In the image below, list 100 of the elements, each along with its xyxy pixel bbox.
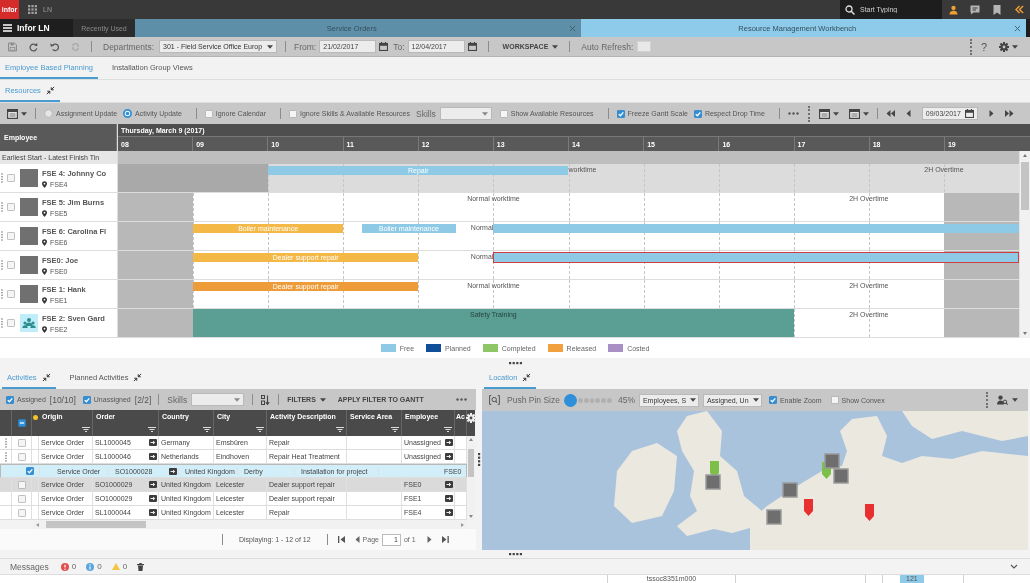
- calendar-menu-button[interactable]: [848, 108, 869, 119]
- checkbox[interactable]: [17, 480, 26, 489]
- drag-handle-icon[interactable]: [4, 437, 7, 448]
- drag-handle-icon[interactable]: [4, 451, 7, 462]
- first-page-icon[interactable]: [337, 536, 345, 543]
- checkbox[interactable]: [7, 261, 15, 269]
- scrollbar[interactable]: [1019, 151, 1030, 338]
- settings-icon[interactable]: [999, 41, 1009, 52]
- checkbox[interactable]: [768, 396, 777, 404]
- radio-button[interactable]: [123, 109, 133, 118]
- next-page-icon[interactable]: [426, 536, 432, 543]
- settings-menu-button[interactable]: [999, 41, 1018, 52]
- undo-icon[interactable]: [50, 41, 59, 52]
- checkbox[interactable]: [25, 467, 34, 475]
- calendar-icon[interactable]: [848, 108, 860, 119]
- zoom-fit-icon[interactable]: [489, 395, 500, 405]
- app-menu-button[interactable]: Infor LN: [0, 19, 73, 37]
- person-icon[interactable]: [948, 4, 958, 15]
- drag-handle-icon[interactable]: [1, 231, 3, 241]
- arrow-box-icon[interactable]: [169, 467, 177, 475]
- view-menu-button[interactable]: [7, 108, 27, 119]
- checkbox[interactable]: [830, 396, 839, 404]
- filter-icon[interactable]: [82, 427, 90, 433]
- photo-placeholder[interactable]: [782, 482, 798, 498]
- checkbox[interactable]: [693, 109, 702, 118]
- collapse-icon[interactable]: [522, 373, 532, 382]
- checkbox[interactable]: [7, 232, 15, 240]
- map-pin-icon[interactable]: [804, 499, 813, 516]
- arrow-box-icon[interactable]: [149, 453, 157, 460]
- filter-icon[interactable]: [444, 427, 452, 433]
- last-page-icon[interactable]: [441, 536, 449, 543]
- calendar-menu-button[interactable]: [818, 108, 839, 119]
- drag-handle-icon[interactable]: [1, 289, 3, 299]
- next-icon[interactable]: [988, 110, 994, 117]
- checkbox[interactable]: [7, 290, 15, 298]
- checkbox[interactable]: [82, 395, 91, 404]
- drag-handle-icon[interactable]: [1, 318, 3, 328]
- trash-icon[interactable]: [137, 562, 145, 571]
- chat-icon[interactable]: [970, 4, 980, 15]
- photo-placeholder[interactable]: [766, 509, 782, 525]
- checkbox[interactable]: [499, 109, 508, 118]
- arrow-box-icon[interactable]: [445, 495, 453, 502]
- drag-handle-icon[interactable]: [1, 173, 3, 183]
- last-icon[interactable]: [1004, 110, 1014, 117]
- sort-icon[interactable]: [261, 394, 271, 405]
- slider-track[interactable]: [563, 393, 612, 407]
- arrow-box-icon[interactable]: [149, 481, 157, 488]
- toggle-switch[interactable]: [637, 41, 652, 52]
- error-icon[interactable]: [60, 562, 69, 571]
- checkbox[interactable]: [17, 494, 26, 503]
- radio-button[interactable]: [44, 109, 53, 118]
- previous-icon[interactable]: [905, 110, 911, 117]
- activity-bar[interactable]: [493, 252, 1019, 263]
- arrow-box-icon[interactable]: [445, 439, 453, 446]
- collapse-icon[interactable]: [133, 373, 143, 382]
- arrow-box-icon[interactable]: [149, 509, 157, 516]
- checkbox[interactable]: [17, 419, 26, 427]
- calendar-icon[interactable]: [818, 108, 830, 119]
- photo-placeholder[interactable]: [833, 468, 849, 484]
- checkbox[interactable]: [616, 109, 625, 118]
- checkbox[interactable]: [289, 109, 297, 118]
- scrollbar[interactable]: [467, 436, 475, 520]
- checkbox[interactable]: [7, 203, 15, 211]
- person-search-menu-button[interactable]: [997, 395, 1018, 405]
- filter-icon[interactable]: [203, 427, 211, 433]
- checkbox[interactable]: [7, 319, 15, 327]
- drag-handle-icon[interactable]: [1, 202, 3, 212]
- checkbox[interactable]: [17, 508, 26, 517]
- search-icon[interactable]: [845, 4, 855, 15]
- settings-icon[interactable]: [466, 413, 476, 423]
- more-icon[interactable]: [456, 398, 467, 401]
- calendar-icon[interactable]: [964, 109, 974, 118]
- bookmark-icon[interactable]: [993, 4, 1001, 15]
- calendar-icon[interactable]: [379, 42, 389, 51]
- filter-icon[interactable]: [148, 427, 156, 433]
- filter-icon[interactable]: [336, 427, 344, 433]
- photo-placeholder[interactable]: [705, 474, 721, 490]
- map-pin-icon[interactable]: [865, 504, 874, 521]
- arrow-box-icon[interactable]: [445, 509, 453, 516]
- first-icon[interactable]: [885, 110, 895, 117]
- grip-icon[interactable]: [508, 552, 522, 556]
- calendar-icon[interactable]: [7, 108, 18, 119]
- more-icon[interactable]: [787, 112, 799, 115]
- slider-thumb[interactable]: [563, 393, 577, 407]
- double-chevron-icon[interactable]: [1014, 5, 1024, 14]
- calendar-icon[interactable]: [467, 42, 477, 51]
- arrow-box-icon[interactable]: [149, 439, 157, 446]
- drag-handle-icon[interactable]: [1, 260, 3, 270]
- previous-page-icon[interactable]: [354, 536, 360, 543]
- checkbox[interactable]: [204, 109, 213, 118]
- arrow-box-icon[interactable]: [445, 453, 453, 460]
- collapse-icon[interactable]: [45, 85, 55, 95]
- checkbox[interactable]: [6, 395, 14, 404]
- close-icon[interactable]: [1014, 24, 1021, 32]
- collapse-icon[interactable]: [41, 373, 51, 382]
- checkbox[interactable]: [17, 438, 26, 447]
- arrow-box-icon[interactable]: [445, 481, 453, 488]
- grid-icon[interactable]: [28, 5, 37, 14]
- photo-placeholder[interactable]: [824, 453, 840, 469]
- help-button[interactable]: ?: [980, 40, 987, 53]
